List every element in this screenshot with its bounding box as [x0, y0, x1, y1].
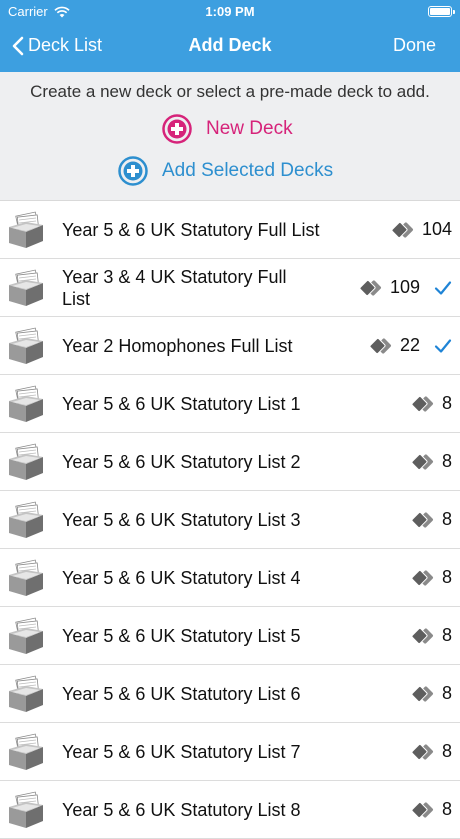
status-bar: Carrier 1:09 PM	[0, 0, 460, 22]
deck-meta: 8	[411, 549, 452, 606]
deck-box-icon	[8, 211, 44, 249]
deck-box-icon	[8, 791, 44, 829]
deck-meta: 22	[369, 317, 452, 374]
cards-icon	[411, 453, 434, 470]
deck-row[interactable]: Year 2 Homophones Full List 22	[0, 317, 460, 375]
card-count: 8	[441, 625, 452, 645]
deck-meta: 104	[391, 201, 452, 258]
new-deck-label: New Deck	[206, 118, 293, 139]
card-count: 8	[441, 393, 452, 413]
deck-row[interactable]: Year 5 & 6 UK Statutory List 8 8	[0, 781, 460, 839]
cards-icon	[411, 801, 434, 818]
deck-title: Year 5 & 6 UK Statutory List 8	[62, 799, 301, 820]
deck-box-icon	[8, 501, 44, 539]
instructions-text: Create a new deck or select a pre-made d…	[30, 82, 430, 101]
cards-icon	[369, 337, 392, 354]
cards-icon	[411, 395, 434, 412]
deck-row[interactable]: Year 5 & 6 UK Statutory Full List 104	[0, 201, 460, 259]
deck-title: Year 5 & 6 UK Statutory List 2	[62, 451, 301, 472]
deck-box-icon	[8, 617, 44, 655]
deck-box-icon	[8, 675, 44, 713]
deck-row[interactable]: Year 3 & 4 UK Statutory Full List 109	[0, 259, 460, 317]
chevron-left-icon	[12, 36, 24, 55]
deck-title: Year 5 & 6 UK Statutory List 1	[62, 393, 301, 414]
cards-icon	[411, 569, 434, 586]
cards-icon	[411, 743, 434, 760]
card-count: 8	[441, 567, 452, 587]
deck-meta: 8	[411, 665, 452, 722]
deck-box-icon	[8, 443, 44, 481]
deck-box-icon	[8, 327, 44, 365]
deck-row[interactable]: Year 5 & 6 UK Statutory List 6 8	[0, 665, 460, 723]
deck-row[interactable]: Year 5 & 6 UK Statutory List 3 8	[0, 491, 460, 549]
deck-title: Year 5 & 6 UK Statutory List 7	[62, 741, 301, 762]
deck-title: Year 3 & 4 UK Statutory Full List	[62, 266, 287, 309]
battery-icon	[428, 6, 455, 17]
plus-circle-icon	[162, 114, 192, 144]
deck-list: Year 5 & 6 UK Statutory Full List 104 Ye…	[0, 201, 460, 839]
navigation-bar: Deck List Add Deck Done	[0, 22, 460, 72]
card-count: 8	[441, 741, 452, 761]
deck-meta: 8	[411, 433, 452, 490]
new-deck-button[interactable]: New Deck	[162, 114, 293, 144]
deck-title: Year 5 & 6 UK Statutory Full List	[62, 219, 320, 240]
card-count: 104	[421, 219, 452, 239]
deck-row[interactable]: Year 5 & 6 UK Statutory List 1 8	[0, 375, 460, 433]
back-button[interactable]: Deck List	[12, 35, 102, 56]
deck-meta: 8	[411, 781, 452, 838]
deck-box-icon	[8, 269, 44, 307]
checkmark-icon	[434, 280, 452, 295]
deck-row[interactable]: Year 5 & 6 UK Statutory List 4 8	[0, 549, 460, 607]
deck-title: Year 5 & 6 UK Statutory List 4	[62, 567, 301, 588]
deck-title: Year 5 & 6 UK Statutory List 6	[62, 683, 301, 704]
cards-icon	[411, 627, 434, 644]
deck-row[interactable]: Year 5 & 6 UK Statutory List 2 8	[0, 433, 460, 491]
deck-box-icon	[8, 733, 44, 771]
card-count: 109	[389, 277, 420, 297]
cards-icon	[391, 221, 414, 238]
add-deck-header: Create a new deck or select a pre-made d…	[0, 72, 460, 201]
cards-icon	[411, 685, 434, 702]
back-button-label: Deck List	[28, 35, 103, 55]
deck-meta: 8	[411, 607, 452, 664]
add-selected-decks-button[interactable]: Add Selected Decks	[118, 156, 333, 186]
card-count: 8	[441, 451, 452, 471]
deck-meta: 8	[411, 723, 452, 780]
deck-meta: 8	[411, 491, 452, 548]
status-time: 1:09 PM	[205, 4, 255, 19]
plus-circle-icon	[118, 156, 148, 186]
cards-icon	[359, 279, 382, 296]
card-count: 8	[441, 683, 452, 703]
deck-meta: 109	[359, 259, 452, 316]
deck-box-icon	[8, 385, 44, 423]
card-count: 8	[441, 799, 452, 819]
cards-icon	[411, 511, 434, 528]
deck-title: Year 5 & 6 UK Statutory List 5	[62, 625, 301, 646]
deck-row[interactable]: Year 5 & 6 UK Statutory List 7 8	[0, 723, 460, 781]
deck-title: Year 5 & 6 UK Statutory List 3	[62, 509, 301, 530]
deck-title: Year 2 Homophones Full List	[62, 335, 293, 356]
done-button[interactable]: Done	[393, 35, 436, 56]
checkmark-icon	[434, 338, 452, 353]
add-selected-decks-label: Add Selected Decks	[162, 160, 334, 181]
deck-meta: 8	[411, 375, 452, 432]
deck-row[interactable]: Year 5 & 6 UK Statutory List 5 8	[0, 607, 460, 665]
top-bar: Carrier 1:09 PM Deck List Add Deck Done	[0, 0, 460, 72]
card-count: 22	[399, 335, 420, 355]
deck-box-icon	[8, 559, 44, 597]
card-count: 8	[441, 509, 452, 529]
